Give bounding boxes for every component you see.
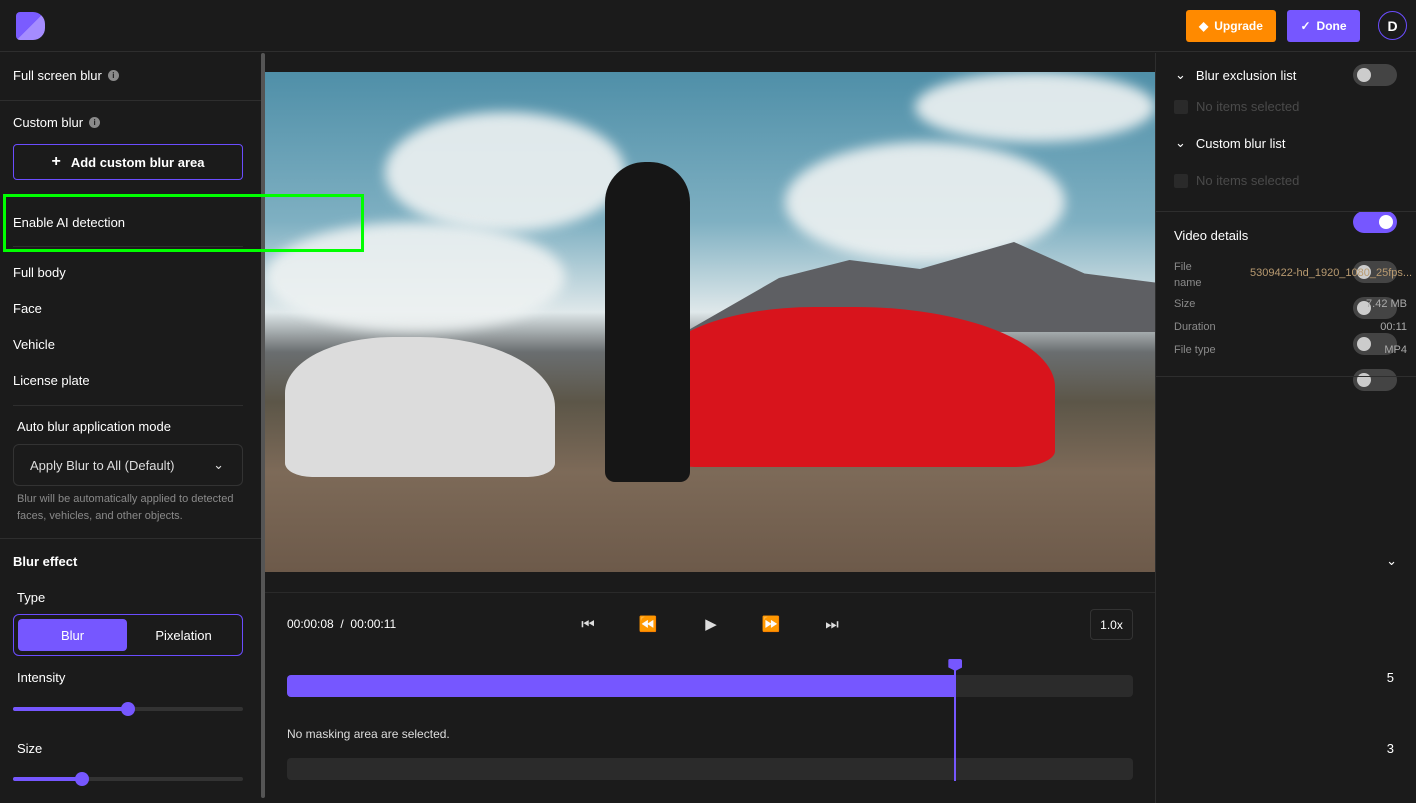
playback-speed-button[interactable]: 1.0x — [1090, 609, 1133, 640]
blur-type-pixelation[interactable]: Pixelation — [129, 619, 238, 651]
size-label: Size — [17, 741, 42, 756]
white-car — [285, 337, 555, 477]
custom-empty: No items selected — [1174, 173, 1299, 188]
timeline-track[interactable] — [287, 675, 1133, 697]
divider — [0, 538, 261, 539]
divider — [0, 100, 261, 101]
play-icon[interactable]: ▶ — [699, 613, 723, 635]
detection-label: Full body — [13, 265, 66, 280]
app-logo[interactable] — [16, 12, 45, 40]
detail-key: File name — [1174, 259, 1208, 291]
right-panel — [1155, 53, 1416, 803]
blur-mode-select[interactable]: Apply Blur to All (Default) ⌄ — [13, 444, 243, 486]
diamond-icon: ◆ — [1199, 19, 1208, 33]
skip-to-start-icon[interactable]: ⏮ — [576, 613, 600, 635]
done-button[interactable]: ✓Done — [1287, 10, 1360, 42]
timeline-progress — [287, 675, 955, 697]
video-preview[interactable] — [265, 72, 1155, 572]
time-display: 00:00:08 / 00:00:11 — [287, 617, 396, 631]
check-icon: ✓ — [1300, 19, 1310, 33]
upgrade-button[interactable]: ◆Upgrade — [1186, 10, 1276, 42]
type-label: Type — [17, 590, 45, 605]
detail-value: 00:11 — [1380, 321, 1407, 333]
rewind-icon[interactable]: ⏪ — [636, 613, 660, 635]
exclusion-empty: No items selected — [1174, 99, 1299, 114]
blur-exclusion-header[interactable]: ⌄Blur exclusion list — [1175, 67, 1296, 83]
chevron-down-icon: ⌄ — [1175, 67, 1186, 83]
chevron-down-icon: ⌄ — [1175, 135, 1186, 151]
detail-key: File type — [1174, 344, 1216, 356]
divider — [1156, 376, 1416, 377]
detail-value: MP4 — [1384, 344, 1407, 356]
intensity-slider[interactable] — [13, 707, 243, 711]
select-value: Apply Blur to All (Default) — [30, 458, 175, 473]
detection-label: Vehicle — [13, 337, 55, 352]
intensity-label: Intensity — [17, 670, 65, 685]
full-screen-blur-label: Full screen blur — [13, 68, 102, 83]
custom-blur-label: Custom blur — [13, 115, 83, 130]
detail-key: Size — [1174, 298, 1195, 310]
detection-label: License plate — [13, 373, 90, 388]
top-bar: ◆Upgrade ✓Done D — [0, 0, 1416, 52]
chevron-down-icon: ⌄ — [213, 457, 224, 473]
divider — [1156, 211, 1416, 212]
skip-to-end-icon[interactable]: ⏭ — [820, 613, 844, 635]
detection-label: Face — [13, 301, 42, 316]
person — [605, 162, 690, 482]
mask-track[interactable] — [287, 758, 1133, 780]
fast-forward-icon[interactable]: ⏩ — [759, 613, 783, 635]
add-custom-blur-area-button[interactable]: +Add custom blur area — [13, 144, 243, 180]
detail-value: 7.42 MB — [1366, 298, 1407, 310]
playhead[interactable] — [954, 660, 956, 781]
avatar[interactable]: D — [1378, 11, 1407, 40]
divider — [13, 405, 243, 406]
blur-type-segmented: Blur Pixelation — [13, 614, 243, 656]
detail-value: 5309422-hd_1920_1080_25fps... — [1250, 267, 1407, 279]
video-details-title: Video details — [1174, 228, 1248, 243]
mask-message: No masking area are selected. — [287, 727, 450, 741]
plus-icon: + — [52, 153, 61, 171]
info-icon[interactable]: i — [108, 70, 119, 81]
checkbox[interactable] — [1174, 100, 1188, 114]
mode-hint: Blur will be automatically applied to de… — [17, 491, 242, 525]
info-icon[interactable]: i — [89, 117, 100, 128]
detail-key: Duration — [1174, 321, 1216, 333]
size-slider[interactable] — [13, 777, 243, 781]
red-car — [655, 307, 1055, 467]
checkbox[interactable] — [1174, 174, 1188, 188]
mode-label: Auto blur application mode — [17, 419, 171, 434]
custom-blur-list-header[interactable]: ⌄Custom blur list — [1175, 135, 1285, 151]
blur-type-blur[interactable]: Blur — [18, 619, 127, 651]
highlight-annotation — [3, 194, 364, 252]
blur-effect-title: Blur effect — [13, 554, 77, 569]
